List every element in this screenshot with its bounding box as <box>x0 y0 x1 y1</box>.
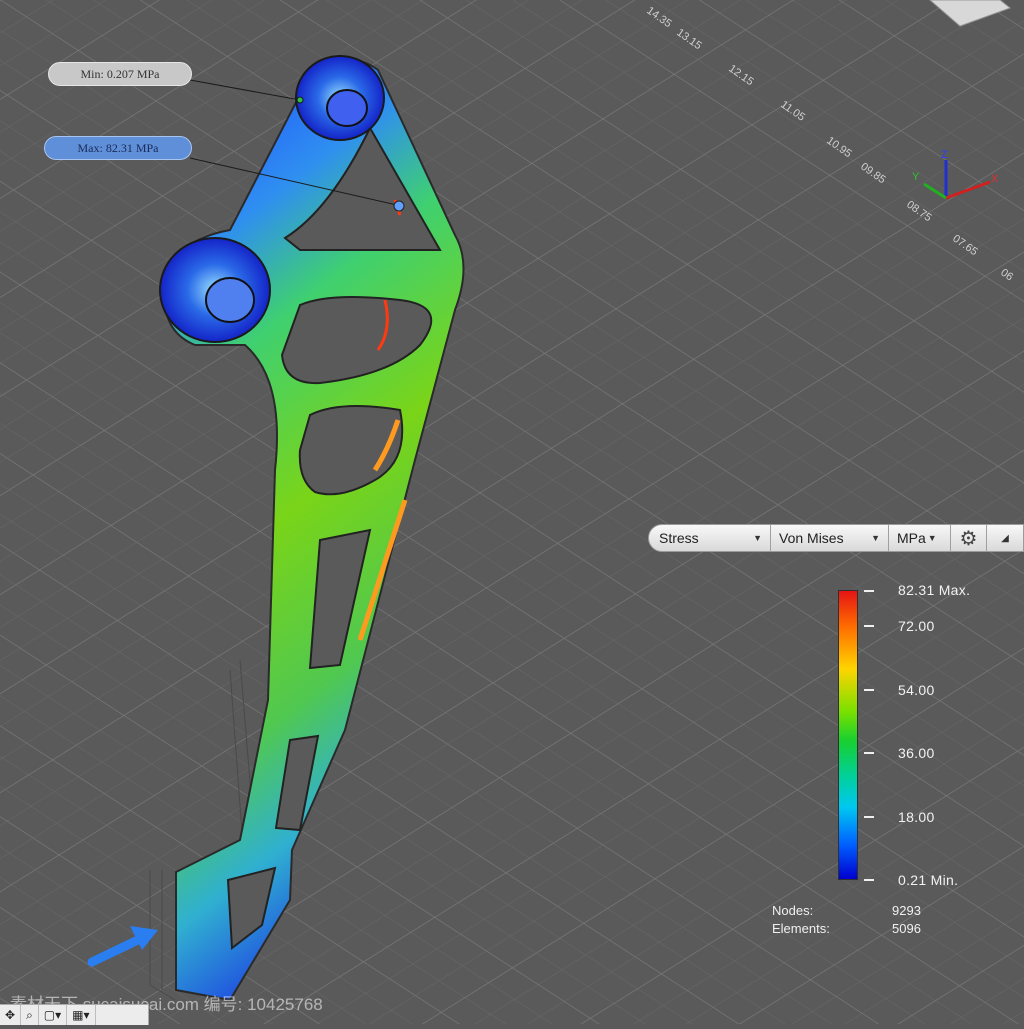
nodes-label: Nodes: <box>772 903 814 918</box>
legend-label-54: 54.00 <box>898 682 935 698</box>
collapse-triangle-icon: ◢ <box>1001 532 1009 544</box>
legend-tick <box>864 590 874 592</box>
nodes-value: 9293 <box>892 903 921 918</box>
elements-label: Elements: <box>772 921 830 936</box>
unit-value: MPa <box>897 530 926 546</box>
legend-label-36: 36.00 <box>898 745 935 761</box>
stress-type-value: Von Mises <box>779 530 844 546</box>
legend-tick <box>864 752 874 754</box>
collapse-toolbar-button[interactable]: ◢ <box>987 525 1023 551</box>
legend-max-label: 82.31 Max. <box>898 582 971 598</box>
grid-icon[interactable]: ▦▾ <box>67 1005 96 1025</box>
mesh-info: Nodes: 9293 Elements: 5096 <box>772 903 992 939</box>
legend-label-72: 72.00 <box>898 618 935 634</box>
axis-x-label: X <box>991 173 999 185</box>
unit-dropdown[interactable]: MPa ▼ <box>889 525 951 551</box>
axis-z-label: Z <box>941 149 948 161</box>
legend-tick <box>864 689 874 691</box>
legend-tick <box>864 879 874 881</box>
chevron-down-icon: ▼ <box>927 533 937 543</box>
min-marker <box>296 96 304 104</box>
chevron-down-icon: ▼ <box>871 533 880 543</box>
chevron-down-icon: ▼ <box>753 533 762 543</box>
max-stress-callout[interactable]: Max: 82.31 MPa <box>44 136 192 160</box>
max-marker <box>393 200 405 212</box>
display-mode-icon[interactable]: ▢▾ <box>39 1005 68 1025</box>
legend-tick <box>864 625 874 627</box>
result-type-dropdown[interactable]: Stress ▼ <box>649 525 771 551</box>
min-stress-callout[interactable]: Min: 0.207 MPa <box>48 62 192 86</box>
navigation-bar: ✥ ⌕ ▢▾ ▦▾ <box>0 1004 149 1025</box>
elements-value: 5096 <box>892 921 921 936</box>
pivot-bore-upper <box>326 89 368 127</box>
result-type-value: Stress <box>659 530 699 546</box>
pivot-bore-lower <box>205 277 255 323</box>
settings-button[interactable]: ⚙ <box>951 525 987 551</box>
gear-icon: ⚙ <box>959 527 978 550</box>
legend-label-18: 18.00 <box>898 809 935 825</box>
result-toolbar: Stress ▼ Von Mises ▼ MPa ▼ ⚙ ◢ <box>648 524 1024 552</box>
pan-icon[interactable]: ✥ <box>0 1005 22 1025</box>
zoom-icon[interactable]: ⌕ <box>21 1005 39 1025</box>
legend-tick <box>864 816 874 818</box>
legend-min-label: 0.21 Min. <box>898 872 959 888</box>
stress-type-dropdown[interactable]: Von Mises ▼ <box>771 525 889 551</box>
axis-y-label: Y <box>912 171 920 183</box>
color-scale-bar <box>838 590 858 880</box>
stress-legend: 82.31 Max. 72.00 54.00 36.00 18.00 0.21 … <box>760 580 1020 900</box>
